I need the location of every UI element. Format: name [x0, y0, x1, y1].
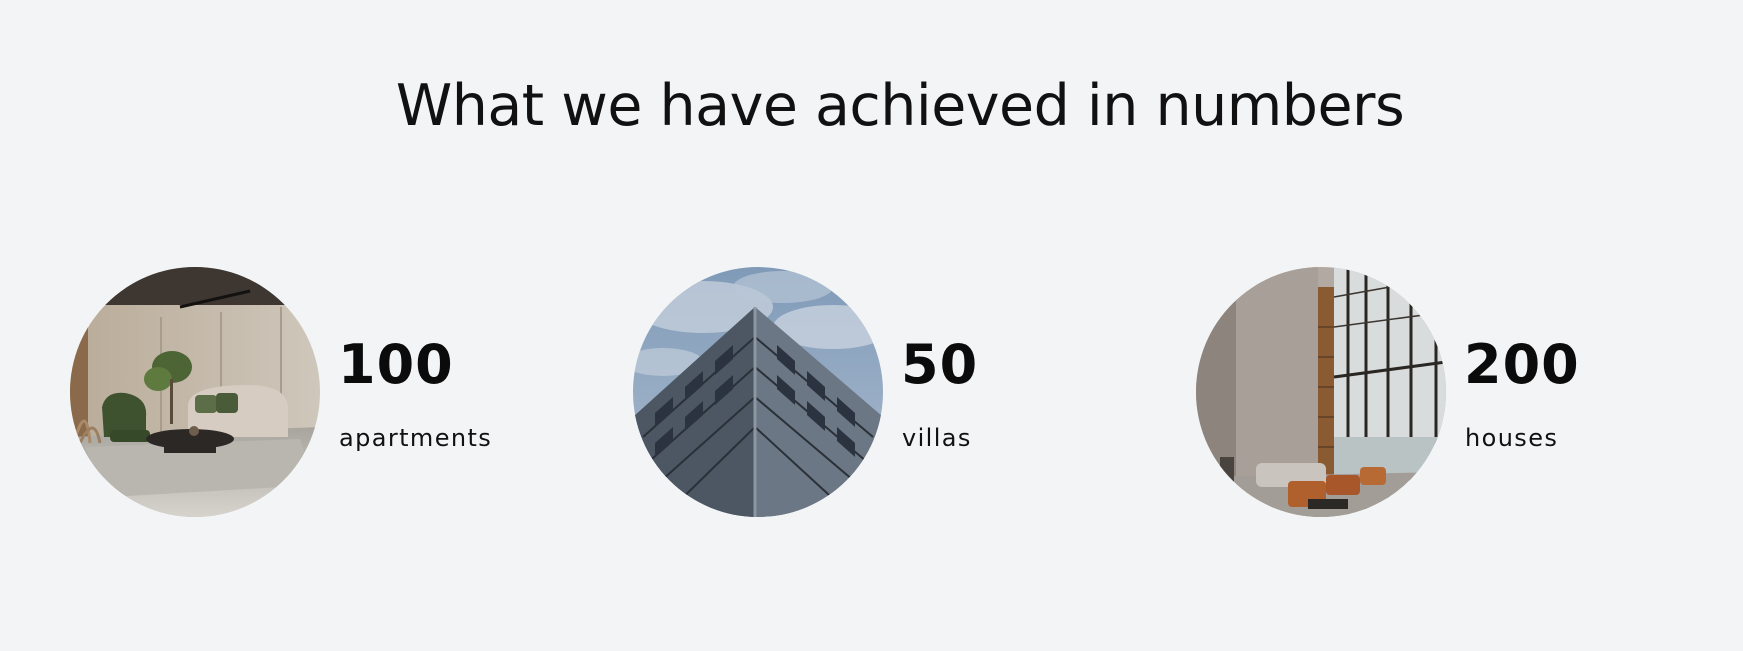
- houses-image: [1196, 267, 1446, 517]
- stat-number: 100: [338, 333, 454, 396]
- stat-label: houses: [1465, 424, 1559, 452]
- stat-label: apartments: [339, 424, 493, 452]
- section-heading: What we have achieved in numbers: [395, 73, 1405, 139]
- villas-image: [633, 267, 883, 517]
- apartments-image: [70, 267, 320, 517]
- stat-number: 200: [1464, 333, 1580, 396]
- stat-label: villas: [902, 424, 972, 452]
- stat-number: 50: [901, 333, 979, 396]
